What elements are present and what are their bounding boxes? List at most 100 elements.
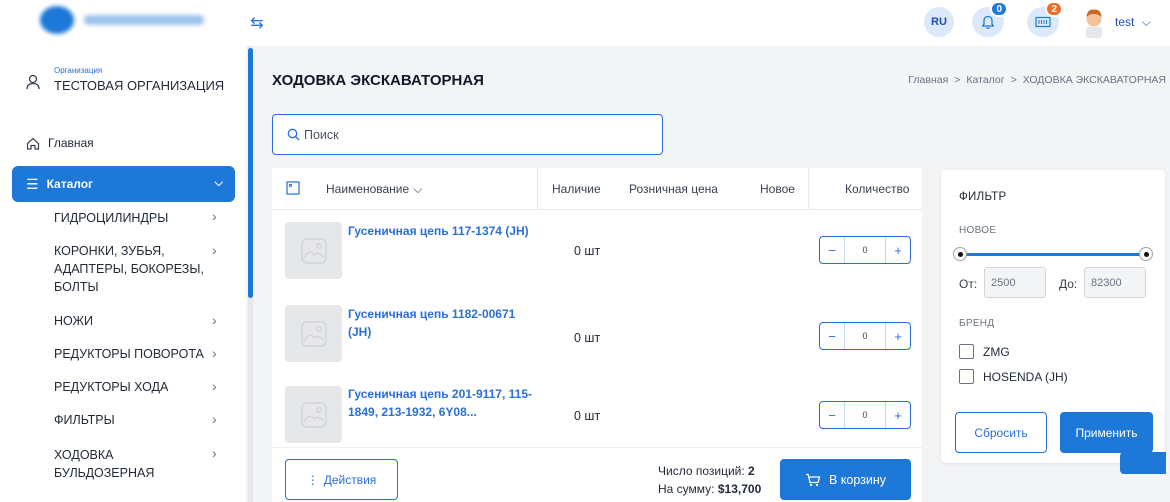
bell-icon bbox=[981, 15, 995, 29]
organization-label: Организация bbox=[54, 66, 103, 75]
product-image-placeholder[interactable] bbox=[285, 386, 342, 443]
search-icon bbox=[287, 128, 300, 141]
sidebar-subitem[interactable]: РЕДУКТОРЫ ПОВОРОТА bbox=[54, 345, 204, 363]
chevron-right-icon: › bbox=[212, 312, 217, 328]
expand-icon[interactable] bbox=[286, 181, 300, 195]
sidebar-subitem[interactable]: НОЖИ bbox=[54, 312, 204, 330]
quantity-stepper[interactable]: − 0 + bbox=[819, 236, 911, 264]
sidebar: Организация ТЕСТОВАЯ ОРГАНИЗАЦИЯ Главная… bbox=[0, 46, 246, 502]
sidebar-subitem[interactable]: РЕДУКТОРЫ ХОДА bbox=[54, 378, 204, 396]
increase-button[interactable]: + bbox=[886, 323, 910, 349]
decrease-button[interactable]: − bbox=[820, 237, 844, 263]
product-name-link[interactable]: Гусеничная цепь 1182-00671 (JH) bbox=[348, 305, 528, 341]
collapse-sidebar-icon[interactable]: ⇆ bbox=[246, 12, 268, 34]
brand-label: ZMG bbox=[983, 344, 1010, 359]
sidebar-subitem[interactable]: ГИДРОЦИЛИНДРЫ bbox=[54, 209, 204, 227]
checkbox[interactable] bbox=[959, 369, 974, 384]
column-header-name[interactable]: Наименование ⌵ bbox=[326, 168, 422, 210]
image-icon bbox=[300, 401, 327, 428]
product-name-link[interactable]: Гусеничная цепь 201-9117, 115-1849, 213-… bbox=[348, 385, 543, 421]
range-to-label: До: bbox=[1059, 277, 1078, 291]
organization-name: ТЕСТОВАЯ ОРГАНИЗАЦИЯ bbox=[54, 78, 225, 93]
chevron-right-icon: › bbox=[212, 378, 217, 394]
header-cart-button[interactable]: 2 bbox=[1027, 1, 1063, 37]
filter-section-brand: БРЕНД bbox=[959, 318, 995, 329]
product-stock: 0 шт bbox=[574, 244, 601, 258]
chevron-down-icon: ⌵ bbox=[1141, 15, 1151, 29]
product-image-placeholder[interactable] bbox=[285, 222, 342, 279]
filter-title: ФИЛЬТР bbox=[959, 191, 1007, 203]
column-name-label: Наименование bbox=[326, 182, 410, 196]
cart-icon bbox=[805, 473, 821, 486]
avatar-icon[interactable] bbox=[1082, 6, 1106, 38]
sidebar-subitem[interactable]: ХОДОВКА БУЛЬДОЗЕРНАЯ bbox=[54, 446, 174, 482]
decrease-button[interactable]: − bbox=[820, 402, 844, 428]
range-to-input[interactable]: 82300 bbox=[1084, 267, 1146, 298]
breadcrumb-home[interactable]: Главная bbox=[908, 74, 948, 86]
logo-mark bbox=[40, 6, 74, 34]
notifications-button[interactable]: 0 bbox=[972, 1, 1008, 37]
range-slider-min-handle[interactable] bbox=[953, 247, 967, 261]
breadcrumb-catalog[interactable]: Каталог bbox=[966, 74, 1004, 86]
sidebar-item-home[interactable]: Главная bbox=[26, 136, 94, 150]
reset-filter-button[interactable]: Сбросить bbox=[955, 412, 1047, 453]
notifications-badge: 0 bbox=[990, 1, 1008, 17]
increase-button[interactable]: + bbox=[886, 237, 910, 263]
range-from-input[interactable]: 2500 bbox=[984, 267, 1046, 298]
positions-value: 2 bbox=[748, 464, 755, 478]
breadcrumb-separator: > bbox=[1010, 74, 1017, 86]
search-input[interactable] bbox=[304, 127, 634, 142]
search-box[interactable] bbox=[272, 114, 663, 155]
add-to-cart-label: В корзину bbox=[828, 472, 887, 487]
table-row: Гусеничная цепь 1182-00671 (JH) 0 шт − 0… bbox=[272, 296, 922, 382]
breadcrumb-current: ХОДОВКА ЭКСКАВАТОРНАЯ bbox=[1022, 74, 1166, 86]
logo-wordmark bbox=[84, 15, 204, 25]
cart-summary-bar: ⋮ Действия Число позиций: 2 На сумму: $1… bbox=[272, 447, 922, 502]
quantity-value[interactable]: 0 bbox=[844, 402, 886, 428]
chevron-right-icon: › bbox=[212, 445, 217, 461]
sidebar-item-catalog-label: Каталог bbox=[46, 177, 94, 191]
image-icon bbox=[300, 237, 327, 264]
actions-label: Действия bbox=[323, 472, 377, 487]
quantity-value[interactable]: 0 bbox=[844, 237, 886, 263]
table-row: Гусеничная цепь 117-1374 (JH) 0 шт − 0 + bbox=[272, 210, 922, 296]
sidebar-subitem[interactable]: КОРОНКИ, ЗУБЬЯ, АДАПТЕРЫ, БОКОРЕЗЫ, БОЛТ… bbox=[54, 242, 204, 296]
product-name-link[interactable]: Гусеничная цепь 117-1374 (JH) bbox=[348, 222, 538, 240]
sidebar-item-catalog[interactable]: ☰ Каталог ⌵ bbox=[12, 166, 235, 202]
scrollbar-thumb[interactable] bbox=[248, 48, 253, 298]
column-header-new: Новое bbox=[760, 182, 795, 196]
sidebar-scrollbar[interactable] bbox=[248, 46, 253, 502]
column-divider bbox=[537, 168, 538, 210]
actions-button[interactable]: ⋮ Действия bbox=[285, 459, 398, 500]
username: test bbox=[1115, 15, 1135, 29]
range-slider-track[interactable] bbox=[961, 253, 1147, 256]
decrease-button[interactable]: − bbox=[820, 323, 844, 349]
apply-filter-button[interactable]: Применить bbox=[1060, 412, 1153, 453]
chevron-down-icon: ⌵ bbox=[214, 177, 223, 189]
quantity-value[interactable]: 0 bbox=[844, 323, 886, 349]
quantity-stepper[interactable]: − 0 + bbox=[819, 322, 911, 350]
product-image-placeholder[interactable] bbox=[285, 305, 342, 362]
language-switcher[interactable]: RU bbox=[924, 7, 954, 37]
quantity-stepper[interactable]: − 0 + bbox=[819, 401, 911, 429]
range-slider-max-handle[interactable] bbox=[1139, 247, 1153, 261]
increase-button[interactable]: + bbox=[886, 402, 910, 428]
list-icon: ☰ bbox=[26, 175, 39, 192]
column-divider bbox=[808, 168, 809, 210]
sum-value: $13,700 bbox=[717, 482, 762, 496]
sum-label: На сумму: bbox=[658, 482, 715, 496]
user-menu[interactable]: test ⌵ bbox=[1115, 15, 1151, 30]
cart-icon bbox=[1035, 16, 1051, 28]
product-stock: 0 шт bbox=[574, 331, 601, 345]
sidebar-subitem[interactable]: ФИЛЬТРЫ bbox=[54, 411, 204, 429]
brand-checkbox-zmg[interactable]: ZMG bbox=[959, 344, 1010, 359]
column-header-stock: Наличие bbox=[552, 182, 601, 196]
company-logo[interactable] bbox=[40, 6, 222, 34]
side-action-tab[interactable] bbox=[1120, 452, 1166, 474]
checkbox[interactable] bbox=[959, 344, 974, 359]
add-to-cart-button[interactable]: В корзину bbox=[780, 459, 911, 500]
user-icon bbox=[26, 74, 40, 90]
brand-checkbox-hosenda[interactable]: HOSENDA (JH) bbox=[959, 369, 1068, 384]
chevron-right-icon: › bbox=[212, 345, 217, 361]
top-bar: ⇆ RU 0 2 test ⌵ bbox=[0, 0, 1170, 46]
